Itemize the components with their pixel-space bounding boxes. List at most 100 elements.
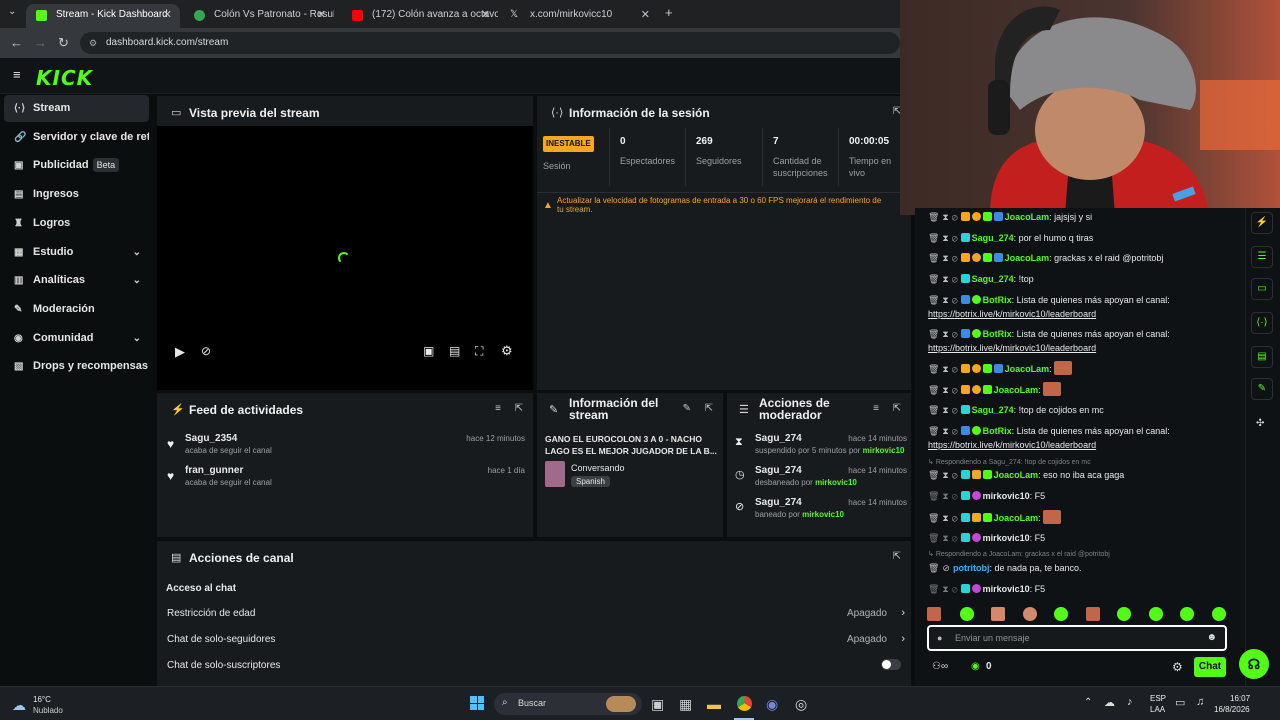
mod-tools-icon[interactable]: 🗑⧗⊘ — [928, 329, 961, 339]
task-view-icon[interactable]: ▣ — [651, 696, 664, 713]
fullscreen-icon[interactable]: ⛶ — [475, 344, 483, 359]
rail-chat-icon[interactable]: ▭ — [1251, 278, 1273, 300]
chat-username[interactable]: JoacoLam — [1005, 212, 1050, 222]
sidebar-item-server-key[interactable]: 🔗 Servidor y clave de retransmisión — [4, 124, 149, 151]
mod-tools-icon[interactable]: 🗑⧗⊘ — [928, 491, 961, 501]
sidebar-item-publicidad[interactable]: ▣ Publicidad Beta — [4, 152, 149, 179]
mod-target-user[interactable]: Sagu_274 — [755, 497, 802, 508]
mod-tools-icon[interactable]: 🗑⧗⊘ — [928, 584, 961, 594]
chrome-icon[interactable] — [737, 696, 752, 711]
mod-tools-icon[interactable]: 🗑⧗⊘ — [928, 426, 961, 436]
emote-button[interactable] — [960, 607, 974, 621]
site-info-icon[interactable]: ⚙ — [89, 32, 97, 54]
rail-wrench-icon[interactable]: ✎ — [1251, 378, 1273, 400]
chat-username[interactable]: mirkovic10 — [983, 533, 1030, 543]
new-tab-icon[interactable]: + — [665, 5, 673, 20]
rail-stream-icon[interactable]: ⟨·⟩ — [1251, 312, 1273, 334]
feed-user[interactable]: fran_gunner — [185, 465, 243, 476]
url-field[interactable]: ⚙ dashboard.kick.com/stream — [80, 32, 900, 54]
chat-username[interactable]: JoacoLam — [1005, 364, 1050, 374]
forward-icon[interactable]: → — [34, 35, 47, 50]
mod-tools-icon[interactable]: 🗑⧗⊘ — [928, 385, 961, 395]
sidebar-item-estudio[interactable]: ▦ Estudio ⌄ — [4, 239, 149, 266]
tab-colon-patronato[interactable]: Colón Vs Patronato - Resultado ✕ — [184, 4, 334, 28]
close-tab-icon[interactable]: ✕ — [163, 4, 172, 26]
mod-tools-icon[interactable]: 🗑⊘ — [928, 563, 953, 573]
feed-user[interactable]: Sagu_2354 — [185, 433, 237, 444]
chat-username[interactable]: Sagu_274 — [972, 274, 1014, 284]
tray-cloud-icon[interactable]: ☁ — [1104, 696, 1115, 709]
weather-temp[interactable]: 16°C — [33, 695, 51, 704]
popout-icon[interactable]: ⇱ — [893, 551, 901, 562]
category-thumbnail[interactable] — [545, 461, 565, 487]
close-tab-icon[interactable]: ✕ — [641, 4, 650, 26]
emote-button[interactable] — [1117, 607, 1131, 621]
mod-target-user[interactable]: Sagu_274 — [755, 433, 802, 444]
emote-button[interactable] — [1086, 607, 1100, 621]
kick-logo[interactable]: KICK — [36, 66, 93, 90]
mute-icon[interactable]: ⊘ — [201, 344, 211, 358]
pip-icon[interactable]: ▣ — [423, 344, 434, 358]
chat-username[interactable]: BotRix — [983, 426, 1012, 436]
chat-username[interactable]: mirkovic10 — [983, 584, 1030, 594]
chat-username[interactable]: JoacoLam — [994, 385, 1039, 395]
mod-tools-icon[interactable]: 🗑⧗⊘ — [928, 405, 961, 415]
chat-input[interactable]: ● Enviar un mensaje ☻ — [927, 625, 1227, 651]
mod-tools-icon[interactable]: 🗑⧗⊘ — [928, 533, 961, 543]
sidebar-item-stream[interactable]: ⟨·⟩ Stream — [4, 95, 149, 122]
chat-username[interactable]: BotRix — [983, 295, 1012, 305]
rail-puzzle-icon[interactable]: ✣ — [1256, 418, 1264, 429]
taskbar-search[interactable]: ⌕ Buscar — [494, 693, 642, 715]
age-restriction-row[interactable]: Restricción de edad Apagado › — [167, 607, 905, 619]
chat-username[interactable]: Sagu_274 — [972, 233, 1014, 243]
chat-username[interactable]: BotRix — [983, 329, 1012, 339]
mod-tools-icon[interactable]: 🗑⧗⊘ — [928, 513, 961, 523]
help-headset-icon[interactable]: ☊ — [1239, 649, 1269, 679]
menu-icon[interactable]: ≡ — [13, 67, 21, 82]
sidebar-item-drops[interactable]: ▧ Drops y recompensas — [4, 353, 149, 380]
tab-search-icon[interactable]: ⌄ — [8, 6, 16, 17]
reload-icon[interactable]: ↻ — [58, 35, 69, 51]
mod-target-user[interactable]: Sagu_274 — [755, 465, 802, 476]
app-icon[interactable]: ◎ — [795, 696, 807, 713]
chat-username[interactable]: potritobj — [953, 563, 990, 573]
chat-username[interactable]: Sagu_274 — [972, 405, 1014, 415]
filter-icon[interactable]: ≡ — [495, 403, 501, 414]
tab-youtube[interactable]: (172) Colón avanza a octavos d ✕ — [342, 4, 498, 28]
emoji-icon[interactable]: ☻ — [1206, 627, 1217, 649]
mod-tools-icon[interactable]: 🗑⧗⊘ — [928, 253, 961, 263]
emote-button[interactable] — [1212, 607, 1226, 621]
tab-kick-dashboard[interactable]: Stream - Kick Dashboard ✕ — [26, 4, 180, 28]
windows-start-icon[interactable] — [470, 696, 484, 710]
chat-username[interactable]: JoacoLam — [994, 470, 1039, 480]
emote-button[interactable] — [1149, 607, 1163, 621]
popout-icon[interactable]: ⇱ — [893, 403, 901, 414]
emote-button[interactable] — [991, 607, 1005, 621]
network-icon[interactable]: ▭ — [1175, 696, 1185, 709]
sidebar-item-moderacion[interactable]: ✎ Moderación — [4, 296, 149, 323]
chat-gear-icon[interactable]: ⚙ — [1172, 660, 1183, 674]
play-icon[interactable]: ▶ — [175, 344, 185, 360]
popout-icon[interactable]: ⇱ — [705, 403, 713, 414]
rail-list-icon[interactable]: ☰ — [1251, 246, 1273, 268]
chat-username[interactable]: mirkovic10 — [983, 491, 1030, 501]
video-player[interactable]: ▶ ⊘ ▣ ▤ ⛶ ⚙ — [157, 126, 533, 390]
rail-channel-icon[interactable]: ▤ — [1251, 346, 1273, 368]
chat-link[interactable]: https://botrix.live/k/mirkovic10/leaderb… — [928, 440, 1096, 450]
file-explorer-icon[interactable]: ▬ — [707, 696, 721, 712]
chat-username[interactable]: JoacoLam — [1005, 253, 1050, 263]
microphone-icon[interactable]: ♪ — [1127, 696, 1133, 708]
mod-tools-icon[interactable]: 🗑⧗⊘ — [928, 364, 961, 374]
mod-tools-icon[interactable]: 🗑⧗⊘ — [928, 274, 961, 284]
emote-button[interactable] — [1054, 607, 1068, 621]
sidebar-item-logros[interactable]: ♜ Logros — [4, 210, 149, 237]
subscribers-only-toggle[interactable] — [881, 659, 901, 670]
emote-button[interactable] — [1023, 607, 1037, 621]
sidebar-item-ingresos[interactable]: ▤ Ingresos — [4, 181, 149, 208]
volume-icon[interactable]: ♫ — [1196, 696, 1204, 708]
emote-button[interactable] — [927, 607, 941, 621]
category-name[interactable]: Conversando — [571, 463, 625, 473]
mod-tools-icon[interactable]: 🗑⧗⊘ — [928, 212, 961, 222]
chat-link[interactable]: https://botrix.live/k/mirkovic10/leaderb… — [928, 309, 1096, 319]
rail-bolt-icon[interactable]: ⚡ — [1251, 212, 1273, 234]
